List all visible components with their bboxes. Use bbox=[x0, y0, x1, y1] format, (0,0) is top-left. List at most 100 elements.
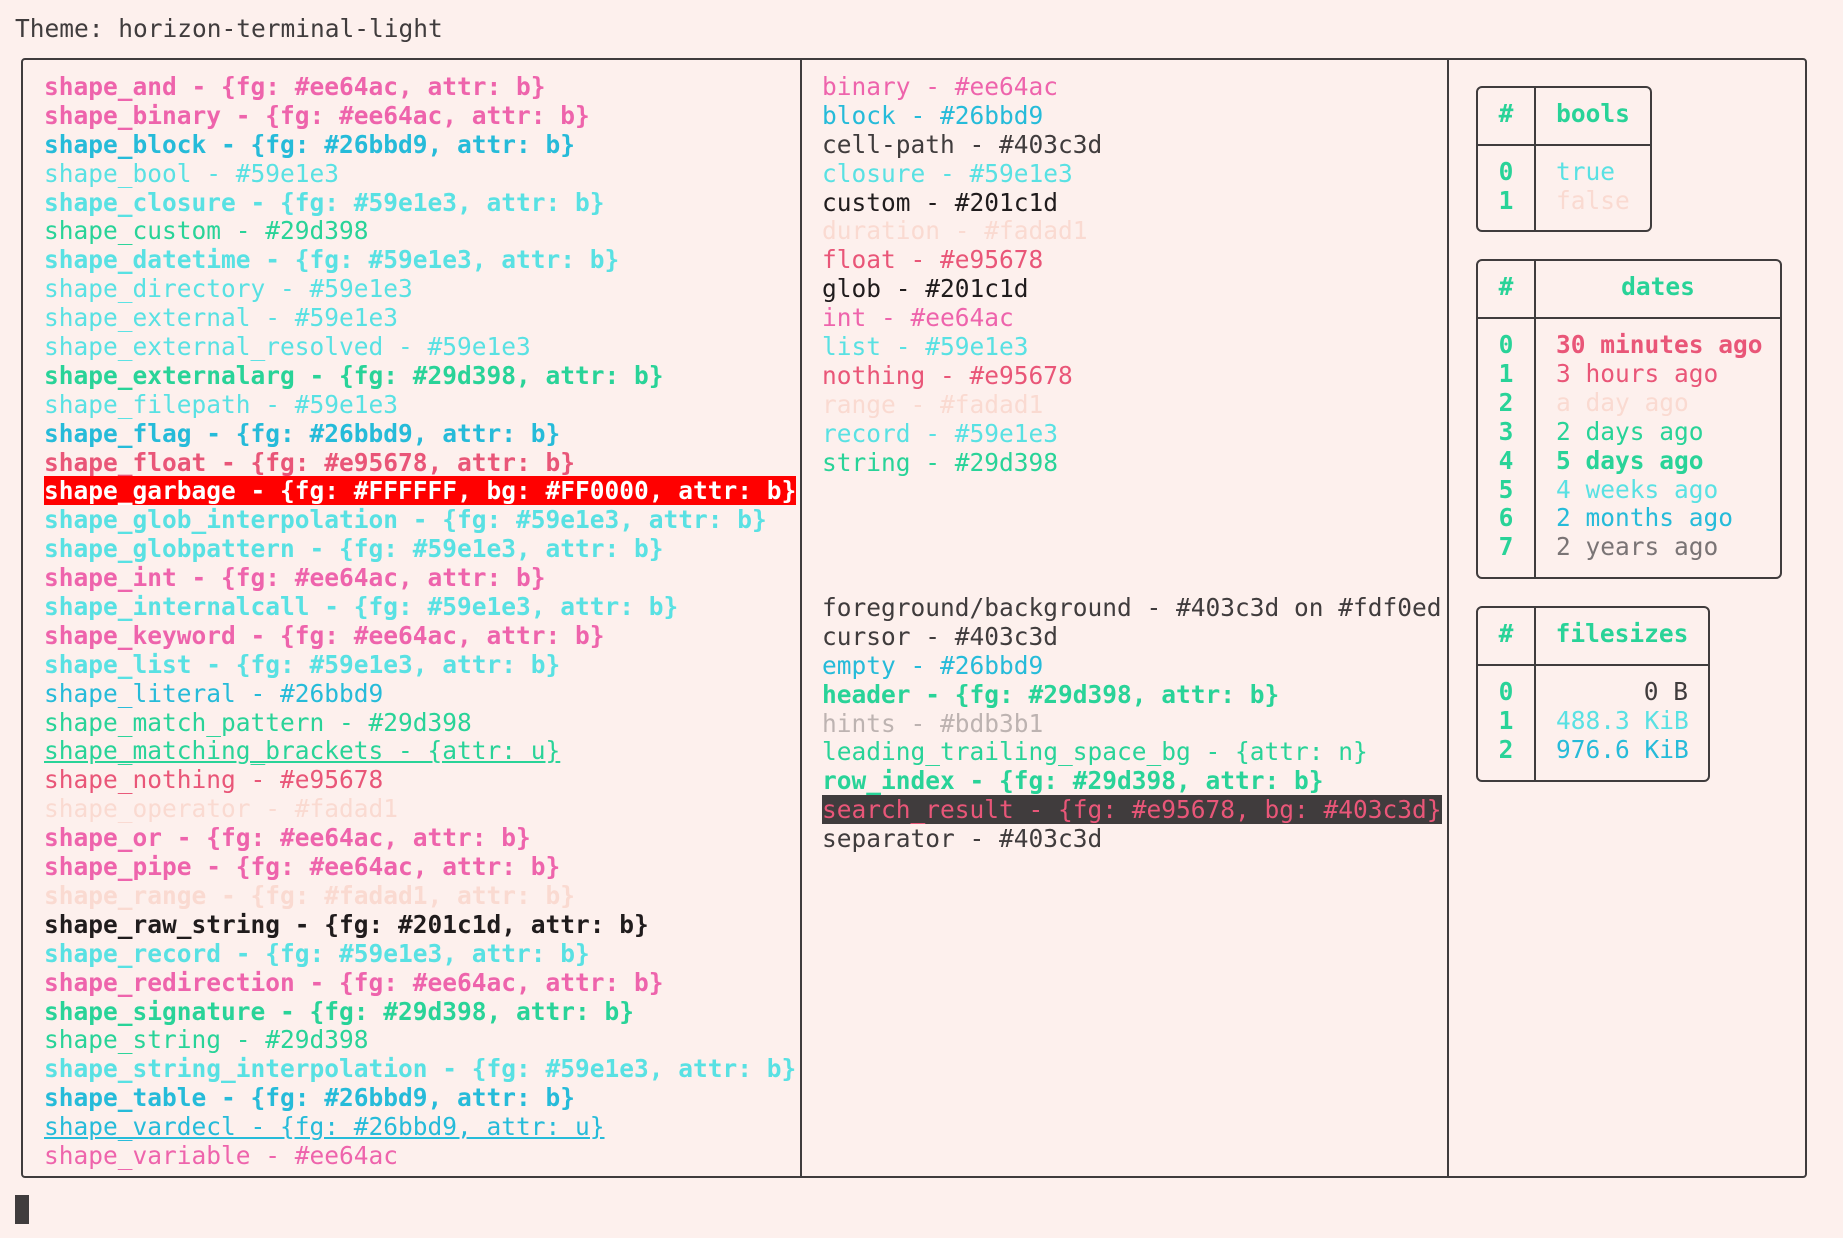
style-entry: nothing - #e95678 bbox=[822, 360, 1102, 391]
style-entry-text: row_index - {fg: #29d398, attr: b} bbox=[822, 766, 1324, 796]
style-entry: leading_trailing_space_bg - {attr: n} bbox=[822, 738, 1442, 767]
style-entry-text: shape_datetime - {fg: #59e1e3, attr: b} bbox=[44, 245, 620, 275]
style-entry: shape_raw_string - {fg: #201c1d, attr: b… bbox=[44, 910, 796, 940]
terminal-cursor bbox=[15, 1195, 29, 1224]
table-row-index: 2 bbox=[1498, 387, 1514, 417]
style-entry-text: shape_string_interpolation - {fg: #59e1e… bbox=[44, 1054, 797, 1084]
style-entry-text: block - #26bbd9 bbox=[822, 100, 1044, 130]
style-entry-text: cursor - #403c3d bbox=[822, 621, 1059, 651]
style-entry: hints - #bdb3b1 bbox=[822, 708, 1442, 739]
style-entry-text: shape_literal - #26bbd9 bbox=[44, 678, 384, 708]
table-index-header: # bbox=[1498, 272, 1514, 301]
style-entry: string - #29d398 bbox=[822, 448, 1102, 478]
column-divider-left bbox=[800, 60, 802, 1176]
style-entry: row_index - {fg: #29d398, attr: b} bbox=[822, 766, 1442, 796]
filesizes-table: # filesizes 0 0 B 1 488.3 KiB 2 976.6 KiB bbox=[1476, 606, 1710, 782]
style-entry-text: shape_range - {fg: #fadad1, attr: b} bbox=[44, 880, 576, 910]
style-entry: shape_custom - #29d398 bbox=[44, 217, 796, 246]
style-entry-text: shape_matching_brackets - {attr: u} bbox=[44, 736, 561, 766]
style-entry: shape_int - {fg: #ee64ac, attr: b} bbox=[44, 563, 796, 593]
style-entry-text: shape_glob_interpolation - {fg: #59e1e3,… bbox=[44, 505, 767, 535]
style-entry: shape_match_pattern - #29d398 bbox=[44, 707, 796, 738]
style-entry: float - #e95678 bbox=[822, 245, 1102, 275]
style-entry-text: shape_operator - #fadad1 bbox=[44, 794, 399, 824]
ui-colors-column: foreground/background - #403c3d on #fdf0… bbox=[822, 593, 1442, 854]
style-entry: shape_variable - #ee64ac bbox=[44, 1141, 796, 1171]
table-row-index: 1 bbox=[1498, 185, 1514, 215]
style-entry-text: empty - #26bbd9 bbox=[822, 650, 1044, 680]
style-entry-text: shape_table - {fg: #26bbd9, attr: b} bbox=[44, 1083, 576, 1113]
table-row-index: 0 bbox=[1498, 330, 1514, 359]
style-entry-text: separator - #403c3d bbox=[822, 824, 1103, 854]
style-entry-text: cell-path - #403c3d bbox=[822, 129, 1103, 159]
style-entry: shape_binary - {fg: #ee64ac, attr: b} bbox=[44, 100, 796, 131]
style-entry: shape_or - {fg: #ee64ac, attr: b} bbox=[44, 823, 796, 853]
style-entry: shape_table - {fg: #26bbd9, attr: b} bbox=[44, 1083, 796, 1113]
style-entry-text: shape_match_pattern - #29d398 bbox=[44, 707, 472, 737]
style-entry-text: shape_closure - {fg: #59e1e3, attr: b} bbox=[44, 187, 605, 217]
style-entry-text: search_result - {fg: #e95678, bg: #403c3… bbox=[822, 795, 1442, 825]
shape-styles-column: shape_and - {fg: #ee64ac, attr: b} shape_… bbox=[44, 72, 797, 1171]
style-entry-text: shape_signature - {fg: #29d398, attr: b} bbox=[44, 996, 635, 1026]
table-cell-value: false bbox=[1556, 185, 1630, 215]
table-cell-value: 5 days ago bbox=[1556, 445, 1704, 475]
style-entry-text: shape_record - {fg: #59e1e3, attr: b} bbox=[44, 938, 590, 968]
style-entry-text: shape_int - {fg: #ee64ac, attr: b} bbox=[44, 563, 546, 593]
style-entry-text: shape_or - {fg: #ee64ac, attr: b} bbox=[44, 823, 531, 853]
style-entry-text: shape_filepath - #59e1e3 bbox=[44, 389, 399, 419]
style-entry: shape_pipe - {fg: #ee64ac, attr: b} bbox=[44, 852, 796, 882]
style-entry-text: foreground/background - #403c3d on #fdf0… bbox=[822, 593, 1442, 622]
table-row-index: 1 bbox=[1498, 705, 1514, 735]
table-cell-value: 2 days ago bbox=[1556, 416, 1704, 446]
table-row-index: 0 bbox=[1498, 157, 1514, 186]
table-row-index: 1 bbox=[1498, 358, 1514, 388]
style-entry-text: shape_binary - {fg: #ee64ac, attr: b} bbox=[44, 100, 590, 130]
style-entry: closure - #59e1e3 bbox=[822, 158, 1102, 189]
style-entry: foreground/background - #403c3d on #fdf0… bbox=[822, 593, 1442, 623]
table-index-header: # bbox=[1498, 619, 1514, 648]
style-entry-text: shape_globpattern - {fg: #59e1e3, attr: … bbox=[44, 534, 664, 564]
dates-table: # dates 0 30 minutes ago 1 3 hours ago 2 a day … bbox=[1476, 259, 1782, 579]
style-entry: shape_string - #29d398 bbox=[44, 1025, 796, 1055]
table-row-index: 7 bbox=[1498, 532, 1514, 562]
style-entry: shape_redirection - {fg: #ee64ac, attr: … bbox=[44, 968, 796, 998]
style-entry-text: shape_external - #59e1e3 bbox=[44, 303, 399, 333]
style-entry-text: header - {fg: #29d398, attr: b} bbox=[822, 679, 1280, 709]
style-entry-text: leading_trailing_space_bg - {attr: n} bbox=[822, 737, 1368, 767]
style-entry: cell-path - #403c3d bbox=[822, 129, 1103, 160]
style-entry: shape_flag - {fg: #26bbd9, attr: b} bbox=[44, 419, 796, 449]
table-column-header: bools bbox=[1556, 99, 1630, 128]
style-entry-text: closure - #59e1e3 bbox=[822, 158, 1073, 188]
style-entry-text: shape_and - {fg: #ee64ac, attr: b} bbox=[44, 72, 546, 101]
style-entry-text: hints - #bdb3b1 bbox=[822, 708, 1044, 738]
style-entry: shape_block - {fg: #26bbd9, attr: b} bbox=[44, 130, 796, 160]
table-row-index: 4 bbox=[1498, 445, 1514, 475]
style-entry: shape_range - {fg: #fadad1, attr: b} bbox=[44, 880, 796, 911]
style-entry-text: nothing - #e95678 bbox=[822, 360, 1073, 390]
style-entry-text: shape_externalarg - {fg: #29d398, attr: … bbox=[44, 360, 664, 390]
style-entry-text: shape_pipe - {fg: #ee64ac, attr: b} bbox=[44, 852, 561, 882]
table-cell-value: a day ago bbox=[1556, 387, 1689, 417]
style-entry: int - #ee64ac bbox=[822, 303, 1102, 333]
style-entry: duration - #fadad1 bbox=[822, 217, 1102, 246]
style-entry: list - #59e1e3 bbox=[822, 332, 1102, 362]
style-entry-text: glob - #201c1d bbox=[822, 274, 1029, 304]
style-entry-text: int - #ee64ac bbox=[822, 303, 1014, 333]
style-entry-text: shape_keyword - {fg: #ee64ac, attr: b} bbox=[44, 620, 605, 650]
style-entry-text: shape_nothing - #e95678 bbox=[44, 765, 384, 795]
style-entry: shape_string_interpolation - {fg: #59e1e… bbox=[44, 1054, 797, 1084]
bools-table: # bools 0 true 1 false bbox=[1476, 86, 1652, 232]
style-entry: shape_directory - #59e1e3 bbox=[44, 274, 796, 304]
table-column-header: filesizes bbox=[1555, 619, 1689, 648]
style-entry: shape_signature - {fg: #29d398, attr: b} bbox=[44, 996, 796, 1027]
table-column-header: dates bbox=[1621, 272, 1695, 301]
table-row-index: 2 bbox=[1498, 734, 1514, 764]
style-entry: shape_matching_brackets - {attr: u} bbox=[44, 737, 796, 766]
style-entry-text: shape_directory - #59e1e3 bbox=[44, 274, 413, 304]
style-entry: shape_internalcall - {fg: #59e1e3, attr:… bbox=[44, 592, 796, 622]
style-entry: shape_closure - {fg: #59e1e3, attr: b} bbox=[44, 187, 796, 218]
table-row-index: 0 bbox=[1498, 677, 1514, 706]
style-entry-text: shape_internalcall - {fg: #59e1e3, attr:… bbox=[44, 592, 679, 622]
style-entry: search_result - {fg: #e95678, bg: #403c3… bbox=[822, 795, 1442, 825]
style-entry: shape_float - {fg: #e95678, attr: b} bbox=[44, 448, 796, 478]
